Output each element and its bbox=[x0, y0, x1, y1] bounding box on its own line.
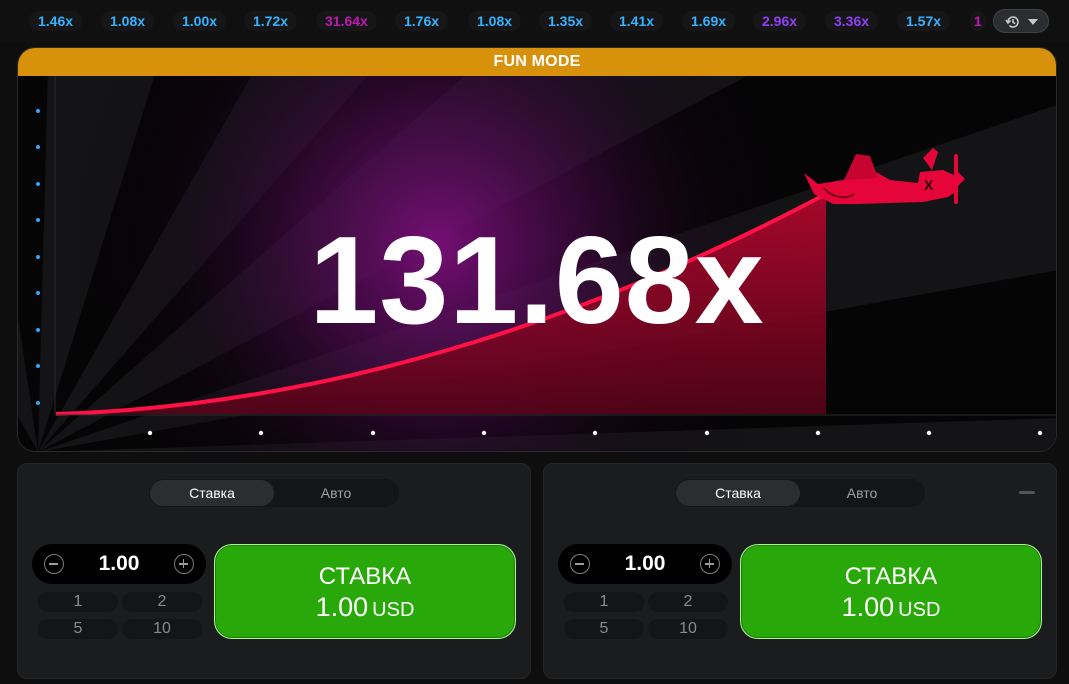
game-canvas: FUN MODE X 131.68x bbox=[17, 47, 1057, 452]
decrease-bet-button[interactable] bbox=[44, 554, 64, 574]
tab-bet[interactable]: Ставка bbox=[150, 480, 274, 506]
chevron-down-icon bbox=[1028, 19, 1038, 25]
bet-mode-tabs: Ставка Авто bbox=[149, 479, 399, 507]
quick-amount-button[interactable]: 10 bbox=[122, 619, 202, 639]
bet-button-amount: 1.00 bbox=[841, 592, 895, 622]
bet-button-amount-line: 1.00 USD bbox=[215, 592, 515, 625]
quick-amount-button[interactable]: 1 bbox=[564, 592, 644, 612]
history-multiplier: 1.69x bbox=[682, 11, 736, 31]
history-multiplier: 1.08x bbox=[468, 11, 522, 31]
quick-amount-button[interactable]: 1 bbox=[38, 592, 118, 612]
remove-panel-button[interactable] bbox=[1019, 491, 1035, 494]
history-icon bbox=[1005, 16, 1019, 28]
bet-panel-2: Ставка Авто 1.00 1 2 5 10 СТАВКА 1.00 USD bbox=[543, 463, 1057, 679]
history-multiplier: 1.76x bbox=[395, 11, 449, 31]
quick-amount-button[interactable]: 5 bbox=[564, 619, 644, 639]
increase-bet-button[interactable] bbox=[700, 554, 720, 574]
increase-bet-button[interactable] bbox=[174, 554, 194, 574]
tab-bet[interactable]: Ставка bbox=[676, 480, 800, 506]
history-multiplier: 1.46x bbox=[29, 11, 83, 31]
history-multiplier: 1.72x bbox=[244, 11, 298, 31]
history-multiplier: 1.41x bbox=[610, 11, 664, 31]
decrease-bet-button[interactable] bbox=[570, 554, 590, 574]
multiplier-history-bar: 1.46x 1.08x 1.00x 1.72x 31.64x 1.76x 1.0… bbox=[0, 0, 1069, 42]
bet-mode-tabs: Ставка Авто bbox=[675, 479, 925, 507]
history-multiplier: 2.96x bbox=[753, 11, 807, 31]
bet-amount-stepper: 1.00 bbox=[558, 544, 732, 584]
history-toggle-button[interactable] bbox=[993, 9, 1049, 33]
bet-button-amount-line: 1.00 USD bbox=[741, 592, 1041, 625]
fun-mode-banner: FUN MODE bbox=[18, 48, 1056, 76]
place-bet-button[interactable]: СТАВКА 1.00 USD bbox=[214, 544, 516, 639]
bet-panel-1: Ставка Авто 1.00 1 2 5 10 СТАВКА 1.00 USD bbox=[17, 463, 531, 679]
tab-auto[interactable]: Авто bbox=[274, 480, 398, 506]
bet-amount-value[interactable]: 1.00 bbox=[72, 544, 166, 584]
svg-text:X: X bbox=[924, 177, 934, 193]
quick-amount-button[interactable]: 10 bbox=[648, 619, 728, 639]
history-multiplier: 31.64x bbox=[316, 11, 377, 31]
quick-amount-button[interactable]: 5 bbox=[38, 619, 118, 639]
tab-auto[interactable]: Авто bbox=[800, 480, 924, 506]
history-multiplier: 1 bbox=[970, 11, 986, 31]
bet-button-amount: 1.00 bbox=[315, 592, 369, 622]
bet-amount-stepper: 1.00 bbox=[32, 544, 206, 584]
bet-button-label: СТАВКА bbox=[318, 563, 412, 590]
bet-button-currency: USD bbox=[372, 599, 415, 621]
history-multiplier: 1.00x bbox=[173, 11, 227, 31]
current-multiplier: 131.68x bbox=[309, 212, 765, 350]
history-multiplier: 1.35x bbox=[539, 11, 593, 31]
flight-scene: X 131.68x bbox=[18, 76, 1056, 451]
history-multiplier: 3.36x bbox=[825, 11, 879, 31]
bet-button-currency: USD bbox=[898, 599, 941, 621]
place-bet-button[interactable]: СТАВКА 1.00 USD bbox=[740, 544, 1042, 639]
history-multiplier: 1.57x bbox=[897, 11, 951, 31]
bet-button-label: СТАВКА bbox=[844, 563, 938, 590]
quick-amount-button[interactable]: 2 bbox=[122, 592, 202, 612]
history-multiplier: 1.08x bbox=[101, 11, 155, 31]
quick-amount-button[interactable]: 2 bbox=[648, 592, 728, 612]
bet-amount-value[interactable]: 1.00 bbox=[598, 544, 692, 584]
